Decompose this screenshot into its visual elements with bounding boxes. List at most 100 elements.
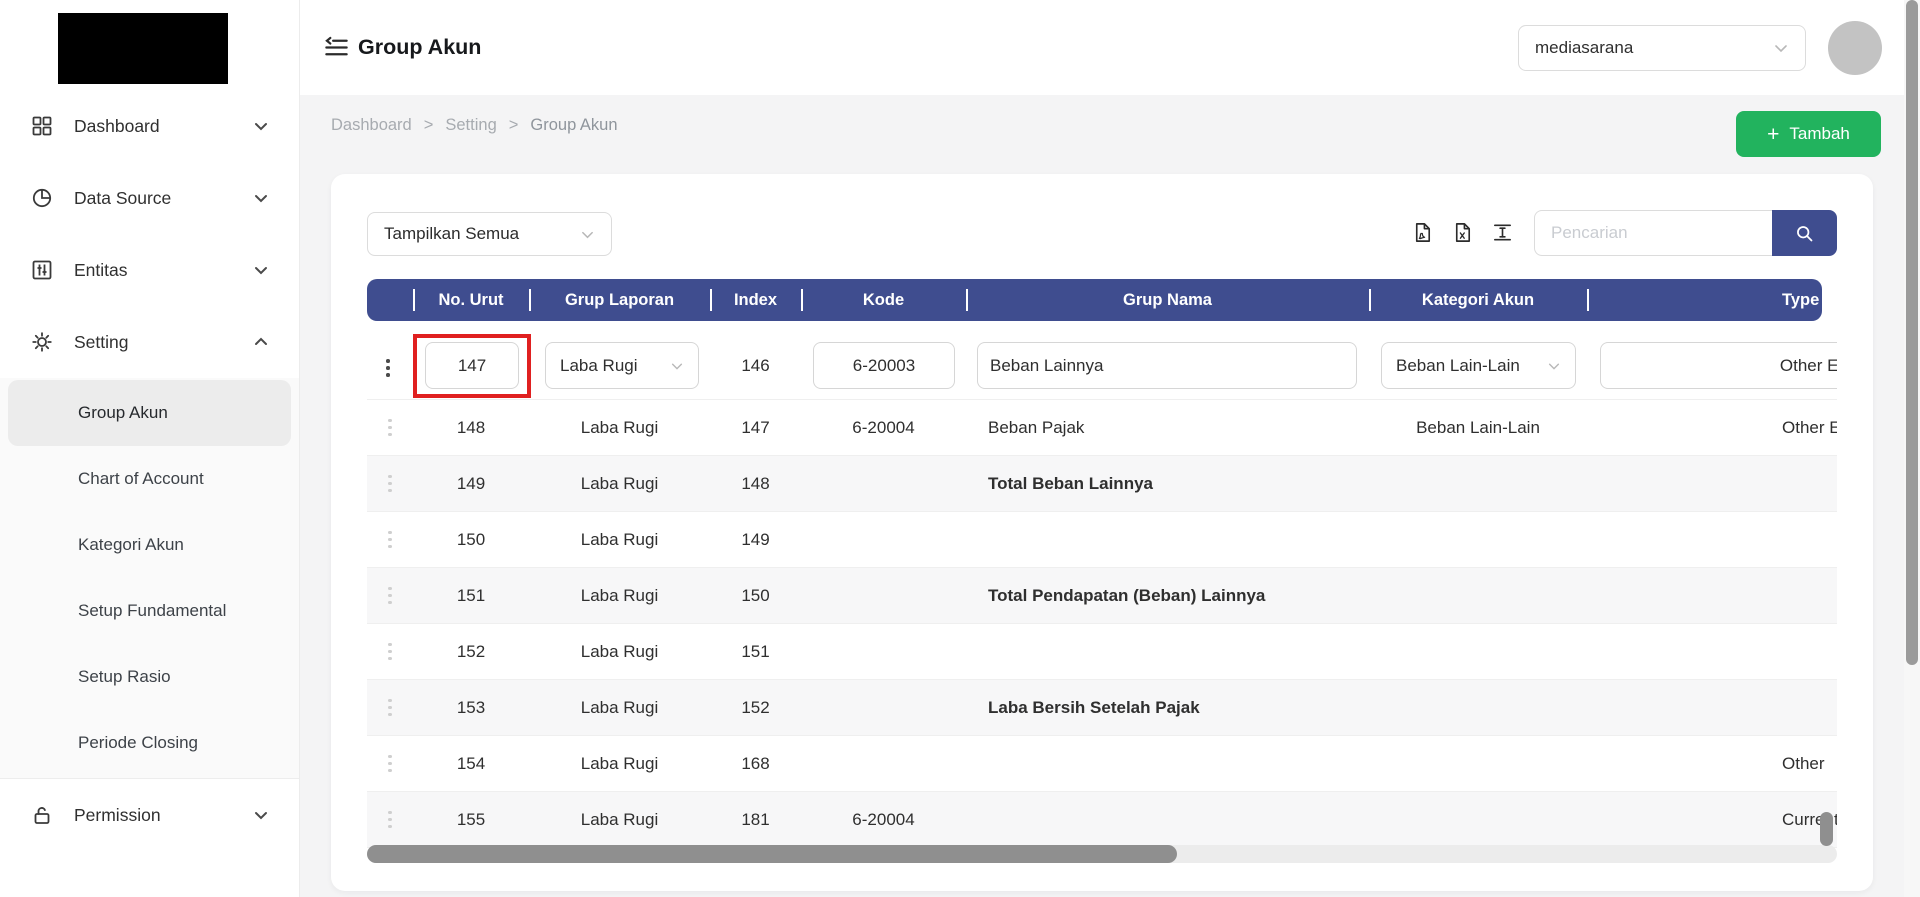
- horizontal-scrollbar-thumb[interactable]: [367, 845, 1177, 863]
- grup-nama-input[interactable]: [977, 342, 1357, 389]
- export-pdf-icon[interactable]: [1411, 221, 1434, 244]
- cell-index: 151: [741, 641, 770, 661]
- row-kebab-icon[interactable]: [382, 637, 398, 667]
- row-handle-cell: [367, 400, 413, 455]
- cell-index: 149: [741, 529, 770, 549]
- page-scrollbar[interactable]: [1904, 0, 1920, 897]
- cell-type-akun: Other: [1782, 753, 1825, 773]
- cell-grup-nama: [966, 736, 1369, 791]
- submenu-item-setup-fundamental[interactable]: Setup Fundamental: [8, 578, 291, 644]
- chevron-down-icon: [253, 118, 269, 134]
- breadcrumb-separator: >: [508, 116, 519, 134]
- row-kebab-icon[interactable]: [382, 805, 398, 835]
- submenu-item-setup-rasio[interactable]: Setup Rasio: [8, 644, 291, 710]
- export-excel-icon[interactable]: [1451, 221, 1474, 244]
- workspace-select-value: mediasarana: [1535, 38, 1634, 57]
- cell-grup-nama: [966, 624, 1369, 679]
- breadcrumb: Dashboard > Setting > Group Akun: [331, 116, 618, 135]
- sidebar: Dashboard Data Source Entitas Setting Gr…: [0, 0, 300, 897]
- sidebar-item-setting[interactable]: Setting: [0, 306, 299, 378]
- sidebar-item-entitas[interactable]: Entitas: [0, 234, 299, 306]
- cell-grup-nama: [966, 512, 1369, 567]
- cell-type-akun: [1587, 568, 1837, 623]
- column-header-kategori-akun: Kategori Akun: [1369, 279, 1587, 321]
- row-kebab-icon[interactable]: [380, 353, 396, 383]
- row-kebab-icon[interactable]: [382, 469, 398, 499]
- column-header-type-akun: Type A: [1587, 279, 1822, 321]
- chevron-up-icon: [253, 334, 269, 350]
- grup-laporan-select[interactable]: Laba Rugi: [545, 342, 699, 389]
- cell-no-urut: 150: [456, 529, 486, 549]
- vertical-scrollbar-thumb[interactable]: [1820, 812, 1833, 846]
- search-input[interactable]: [1534, 210, 1772, 256]
- cell-grup-nama: [966, 792, 1369, 847]
- cell-kategori-akun: [1369, 736, 1587, 791]
- row-kebab-icon[interactable]: [382, 693, 398, 723]
- search-button[interactable]: [1772, 210, 1837, 256]
- table-header: No. Urut Grup Laporan Index Kode Grup Na…: [367, 279, 1822, 321]
- cell-kategori-akun: [1369, 512, 1587, 567]
- cell-no-urut: 155: [456, 809, 486, 829]
- table-row: 151 Laba Rugi 150 Total Pendapatan (Beban) …: [367, 568, 1837, 624]
- cell-index: 152: [741, 697, 770, 717]
- row-kebab-icon[interactable]: [382, 525, 398, 555]
- breadcrumb-setting[interactable]: Setting: [445, 116, 496, 135]
- sidebar-item-dashboard[interactable]: Dashboard: [0, 90, 299, 162]
- kode-input[interactable]: [813, 342, 955, 389]
- row-handle-cell: [367, 680, 413, 735]
- cell-kategori-akun: [1369, 792, 1587, 847]
- column-header-kode: Kode: [801, 279, 966, 321]
- search-icon: [1794, 223, 1815, 244]
- sidebar-item-permission[interactable]: Permission: [0, 779, 299, 851]
- chevron-down-icon: [253, 807, 269, 823]
- cell-type-akun: [1587, 624, 1837, 679]
- row-kebab-icon[interactable]: [382, 413, 398, 443]
- setting-submenu: Group Akun Chart of Account Kategori Aku…: [0, 378, 299, 779]
- chevron-down-icon: [670, 359, 684, 373]
- page-scrollbar-thumb[interactable]: [1906, 0, 1918, 665]
- cell-kategori-akun: Beban Lain-Lain: [1416, 417, 1540, 437]
- row-handle-cell: [367, 792, 413, 847]
- cell-no-urut: 153: [456, 697, 486, 717]
- lock-open-icon: [30, 803, 54, 827]
- sliders-icon: [30, 258, 54, 282]
- horizontal-scrollbar[interactable]: [367, 845, 1837, 863]
- cell-index: 168: [741, 753, 770, 773]
- cell-index: 147: [741, 417, 770, 437]
- breadcrumb-dashboard[interactable]: Dashboard: [331, 116, 412, 135]
- cell-kode: [801, 624, 966, 679]
- no-urut-input[interactable]: [425, 342, 519, 389]
- filter-select[interactable]: Tampilkan Semua: [367, 212, 612, 256]
- row-handle-cell: [367, 736, 413, 791]
- add-button[interactable]: + Tambah: [1736, 111, 1881, 157]
- cell-type-akun: [1587, 456, 1837, 511]
- avatar[interactable]: [1828, 21, 1882, 75]
- page-title: Group Akun: [358, 35, 482, 59]
- workspace-select[interactable]: mediasarana: [1518, 25, 1806, 71]
- collapse-sidebar-icon[interactable]: [323, 34, 350, 61]
- cell-kode: [801, 456, 966, 511]
- cell-kategori-akun: [1369, 456, 1587, 511]
- submenu-item-chart-of-account[interactable]: Chart of Account: [8, 446, 291, 512]
- cell-kategori-akun: [1369, 624, 1587, 679]
- type-akun-input[interactable]: [1600, 342, 1837, 389]
- submenu-item-group-akun[interactable]: Group Akun: [8, 380, 291, 446]
- kategori-akun-select[interactable]: Beban Lain-Lain: [1381, 342, 1576, 389]
- table-row: 150 Laba Rugi 149: [367, 512, 1837, 568]
- cell-kode: 6-20004: [852, 417, 915, 437]
- breadcrumb-current: Group Akun: [530, 116, 618, 134]
- text-height-icon[interactable]: [1491, 221, 1514, 244]
- cell-grup-nama: Beban Pajak: [988, 417, 1085, 437]
- cell-type-akun: [1587, 512, 1837, 567]
- cell-grup-laporan: Laba Rugi: [580, 753, 659, 773]
- submenu-item-kategori-akun[interactable]: Kategori Akun: [8, 512, 291, 578]
- cell-no-urut: 152: [456, 641, 486, 661]
- sidebar-item-data-source[interactable]: Data Source: [0, 162, 299, 234]
- row-kebab-icon[interactable]: [382, 581, 398, 611]
- content: Dashboard > Setting > Group Akun + Tamba…: [300, 95, 1920, 897]
- sidebar-menu: Dashboard Data Source Entitas Setting Gr…: [0, 90, 299, 851]
- row-kebab-icon[interactable]: [382, 749, 398, 779]
- submenu-item-periode-closing[interactable]: Periode Closing: [8, 710, 291, 776]
- row-handle-cell: [367, 568, 413, 623]
- cell-type-akun: [1587, 680, 1837, 735]
